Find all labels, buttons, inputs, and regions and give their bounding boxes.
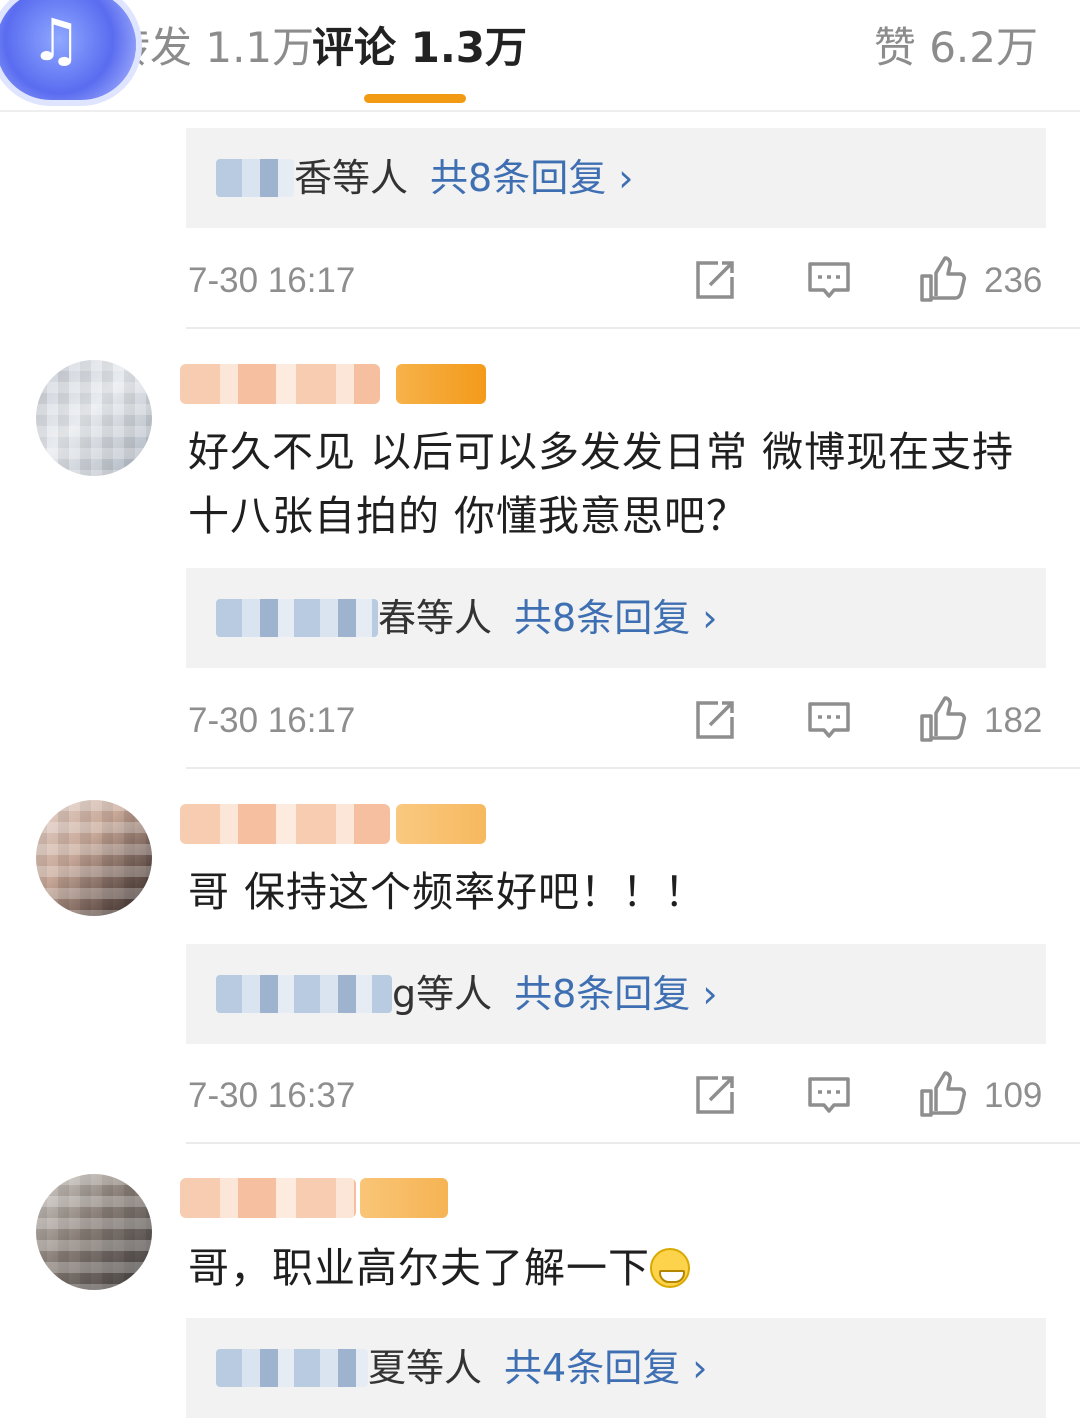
blurred-username[interactable] <box>180 364 380 404</box>
avatar[interactable] <box>36 1174 152 1290</box>
like-button[interactable]: 109 <box>918 1069 1048 1121</box>
tab-repost[interactable]: 转发 1.1万 <box>108 22 314 74</box>
share-icon[interactable] <box>692 694 738 746</box>
reply-count-link[interactable]: 共8条回复 › <box>430 156 633 200</box>
blurred-reply-names <box>216 975 392 1013</box>
reply-suffix: 夏等人 <box>368 1346 483 1390</box>
comment-text: 好久不见 以后可以多发发日常 微博现在支持十八张自拍的 你懂我意思吧？ <box>188 428 1015 540</box>
like-button[interactable]: 182 <box>918 694 1048 746</box>
comment-text: 哥 保持这个频率好吧！！！ <box>188 868 707 916</box>
comment-time: 7-30 16:17 <box>188 701 356 740</box>
reply-count-link[interactable]: 共4条回复 › <box>504 1346 707 1390</box>
blurred-reply-names <box>216 599 378 637</box>
blurred-reply-names <box>216 1349 368 1387</box>
comment-tab-bar: 转发 1.1万 评论 1.3万 赞 6.2万 <box>0 0 1080 112</box>
comment-time: 7-30 16:17 <box>188 261 356 300</box>
like-count: 236 <box>984 261 1043 300</box>
thumbs-up-icon <box>920 256 966 302</box>
reply-suffix: 香等人 <box>294 156 409 200</box>
blurred-username[interactable] <box>180 1178 356 1218</box>
music-player-badge[interactable]: ♫ <box>0 0 136 100</box>
music-note-icon: ♫ <box>30 6 82 74</box>
thumbs-up-icon <box>920 696 966 742</box>
comment-divider <box>186 327 1080 329</box>
comment-text-row: 哥，职业高尔夫了解一下 <box>188 1236 1048 1300</box>
comment-time: 7-30 16:37 <box>188 1076 356 1115</box>
avatar[interactable] <box>36 800 152 916</box>
reply-count-link[interactable]: 共8条回复 › <box>514 972 717 1016</box>
avatar[interactable] <box>36 360 152 476</box>
comment-meta-row: 7-30 16:17 236 <box>0 252 1080 312</box>
active-tab-indicator <box>364 94 466 103</box>
fan-badge <box>396 804 486 844</box>
fan-badge <box>396 364 486 404</box>
reply-count-link[interactable]: 共8条回复 › <box>514 596 717 640</box>
tab-like[interactable]: 赞 6.2万 <box>874 22 1038 74</box>
reply-suffix: g等人 <box>392 972 493 1016</box>
blurred-reply-names <box>216 159 294 197</box>
comment-text: 哥，职业高尔夫了解一下 <box>188 1244 650 1292</box>
comment-divider <box>186 1142 1080 1144</box>
comment-meta-row: 7-30 16:37 109 <box>0 1067 1080 1127</box>
like-button[interactable]: 236 <box>918 254 1048 306</box>
reply-suffix: 春等人 <box>378 596 493 640</box>
share-icon[interactable] <box>692 254 738 306</box>
comment-meta-row: 7-30 16:17 182 <box>0 692 1080 752</box>
blurred-username[interactable] <box>180 804 390 844</box>
reply-preview[interactable]: g等人 共8条回复 › <box>186 944 1046 1044</box>
reply-preview[interactable]: 春等人 共8条回复 › <box>186 568 1046 668</box>
thumbs-up-icon <box>920 1071 966 1117</box>
comment-icon[interactable] <box>806 694 852 746</box>
tab-comment[interactable]: 评论 1.3万 <box>312 22 527 74</box>
reply-preview[interactable]: 夏等人 共4条回复 › <box>186 1318 1046 1418</box>
share-icon[interactable] <box>692 1069 738 1121</box>
comment-divider <box>186 767 1080 769</box>
reply-preview[interactable]: 香等人 共8条回复 › <box>186 128 1046 228</box>
comment-icon[interactable] <box>806 1069 852 1121</box>
grin-emoji-icon <box>650 1248 690 1288</box>
fan-badge <box>360 1178 448 1218</box>
comment-icon[interactable] <box>806 254 852 306</box>
like-count: 109 <box>984 1076 1043 1115</box>
like-count: 182 <box>984 701 1043 740</box>
